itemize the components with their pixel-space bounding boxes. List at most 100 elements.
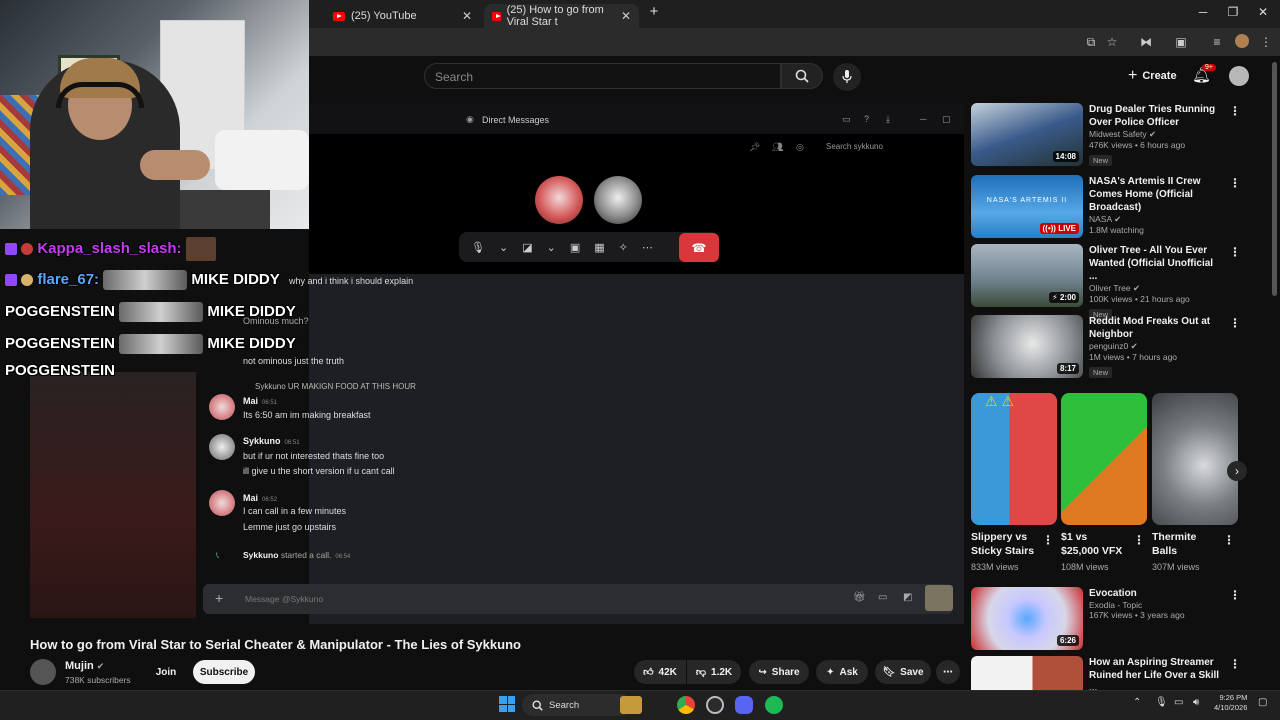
scrollbar[interactable] bbox=[1272, 62, 1277, 296]
side-panel-icon[interactable]: ▣ bbox=[1173, 35, 1189, 49]
bookmark-star-icon[interactable]: ☆ bbox=[1104, 35, 1120, 49]
channel-name[interactable]: NASA ✔ bbox=[1089, 214, 1224, 225]
windows-start-icon[interactable] bbox=[499, 696, 515, 712]
related-video[interactable]: 8:17 bbox=[971, 315, 1083, 378]
short-thumbnail[interactable] bbox=[1152, 393, 1238, 525]
new-tab-button[interactable]: + bbox=[642, 3, 666, 20]
short-menu-icon[interactable]: ⋮ bbox=[1133, 533, 1145, 547]
new-badge: New bbox=[1089, 367, 1113, 378]
video-thumbnail[interactable]: 6:26 bbox=[971, 587, 1083, 650]
related-video[interactable]: ⚡︎ 2:00 bbox=[971, 244, 1083, 307]
video-meta: 476K views • 6 hours ago bbox=[1089, 140, 1186, 150]
channel-name[interactable]: Exodia - Topic bbox=[1089, 600, 1224, 610]
short-menu-icon[interactable]: ⋮ bbox=[1042, 533, 1054, 547]
short-title[interactable]: $1 vs $25,000 VFX bbox=[1061, 530, 1127, 558]
video-thumbnail[interactable] bbox=[971, 656, 1083, 690]
related-video-info[interactable]: Oliver Tree - All You Ever Wanted (Offic… bbox=[1089, 244, 1224, 322]
microphone-icon bbox=[842, 70, 852, 83]
search-button[interactable] bbox=[781, 63, 823, 89]
video-menu-icon[interactable]: ⋮ bbox=[1229, 657, 1241, 671]
extensions-icon[interactable]: ⧓ bbox=[1138, 35, 1154, 49]
microphone-icon[interactable]: 🎙︎ bbox=[1155, 697, 1168, 708]
profile-avatar-icon[interactable] bbox=[1235, 34, 1249, 48]
related-video[interactable] bbox=[971, 656, 1083, 690]
channel-name[interactable]: penguinz0 ✔ bbox=[1089, 341, 1224, 352]
short-menu-icon[interactable]: ⋮ bbox=[1223, 533, 1235, 547]
channel-name[interactable]: Mujin ✔ bbox=[65, 660, 104, 672]
video-menu-icon[interactable]: ⋮ bbox=[1229, 245, 1241, 259]
notification-center-icon[interactable]: ▢ bbox=[1258, 697, 1267, 708]
subscribe-button[interactable]: Subscribe bbox=[193, 660, 255, 684]
browser-menu-icon[interactable]: ⋮ bbox=[1258, 35, 1274, 49]
obs-app-icon[interactable] bbox=[706, 696, 724, 714]
minimize-icon[interactable]: ─ bbox=[1191, 5, 1215, 19]
join-button[interactable]: Join bbox=[148, 660, 184, 684]
video-menu-icon[interactable]: ⋮ bbox=[1229, 176, 1241, 190]
message-line: I can call in a few minutes bbox=[243, 506, 347, 516]
related-video-info[interactable]: NASA's Artemis II Crew Comes Home (Offic… bbox=[1089, 175, 1224, 235]
tab-youtube-home[interactable]: (25) YouTube ✕ bbox=[325, 4, 480, 28]
short-title[interactable]: Slippery vs Sticky Stairs bbox=[971, 530, 1041, 558]
verified-check-icon: ✔ bbox=[1130, 341, 1138, 351]
live-badge: ((•)) LIVE bbox=[1039, 223, 1079, 234]
video-menu-icon[interactable]: ⋮ bbox=[1229, 588, 1241, 602]
volume-icon[interactable]: 🔊︎ bbox=[1193, 697, 1199, 708]
channel-avatar[interactable] bbox=[30, 659, 56, 685]
video-title[interactable]: NASA's Artemis II Crew Comes Home (Offic… bbox=[1089, 175, 1224, 214]
channel-name[interactable]: Midwest Safety ✔ bbox=[1089, 129, 1224, 140]
video-menu-icon[interactable]: ⋮ bbox=[1229, 316, 1241, 330]
install-app-icon[interactable]: ⧉ bbox=[1083, 35, 1099, 50]
more-actions-button[interactable]: ⋯ bbox=[936, 660, 960, 684]
chevron-up-icon[interactable]: ⌃ bbox=[1133, 697, 1141, 708]
create-button[interactable]: + Create bbox=[1120, 64, 1185, 88]
spotify-app-icon[interactable] bbox=[765, 696, 783, 714]
video-player[interactable]: ◉ Direct Messages ▭ ? ⤓ ─ ▢ 📌︎ 👥︎ ◎ Sear… bbox=[203, 104, 964, 624]
chrome-app-icon[interactable] bbox=[677, 696, 695, 714]
close-tab-icon[interactable]: ✕ bbox=[462, 9, 472, 23]
related-video[interactable]: 14:08 bbox=[971, 103, 1083, 166]
chat-username: Kappa_slash_slash: bbox=[37, 239, 182, 257]
search-input[interactable]: Search bbox=[424, 63, 781, 89]
media-control-icon[interactable]: ≡ bbox=[1209, 35, 1225, 49]
save-button[interactable]: 🔖︎ Save bbox=[875, 660, 931, 684]
short-thumbnail[interactable] bbox=[1061, 393, 1147, 525]
video-title[interactable]: Reddit Mod Freaks Out at Neighbor bbox=[1089, 315, 1224, 341]
related-video[interactable]: 6:26 bbox=[971, 587, 1083, 650]
related-video-info[interactable]: Drug Dealer Tries Running Over Police Of… bbox=[1089, 103, 1224, 168]
close-tab-icon[interactable]: ✕ bbox=[621, 9, 631, 23]
activities-icon: ▦ bbox=[594, 241, 605, 254]
short-title[interactable]: Thermite Balls bbox=[1152, 530, 1212, 558]
inbox-icon: ▭ bbox=[842, 114, 851, 124]
tab-title: (25) YouTube bbox=[351, 10, 417, 22]
close-window-icon[interactable]: ✕ bbox=[1251, 5, 1275, 19]
ask-button[interactable]: ✦ Ask bbox=[816, 660, 868, 684]
message-author: Sykkuno bbox=[243, 436, 281, 446]
voice-search-button[interactable] bbox=[833, 63, 861, 91]
chevron-right-icon[interactable]: › bbox=[1227, 461, 1247, 481]
video-thumbnail[interactable]: 8:17 bbox=[971, 315, 1083, 378]
video-title[interactable]: Evocation bbox=[1089, 587, 1224, 600]
taskbar-search[interactable]: Search bbox=[522, 694, 642, 716]
share-button[interactable]: ↪ Share bbox=[749, 660, 809, 684]
short-thumbnail[interactable]: ⚠ ⚠ bbox=[971, 393, 1057, 525]
related-video-info[interactable]: Reddit Mod Freaks Out at Neighbor pengui… bbox=[1089, 315, 1224, 380]
dislike-button[interactable]: 👎︎ 1.2K bbox=[687, 660, 741, 684]
taskbar-clock[interactable]: 9:26 PM 4/10/2026 bbox=[1214, 693, 1247, 713]
tab-current-video[interactable]: (25) How to go from Viral Star t ✕ bbox=[484, 4, 639, 28]
more-horizontal-icon: ⋯ bbox=[943, 666, 953, 678]
like-button[interactable]: 👍︎ 42K bbox=[634, 660, 686, 684]
video-title[interactable]: Oliver Tree - All You Ever Wanted (Offic… bbox=[1089, 244, 1224, 283]
channel-name[interactable]: Oliver Tree ✔ bbox=[1089, 283, 1224, 294]
related-video[interactable]: NASA'S ARTEMIS II ((•)) LIVE bbox=[971, 175, 1083, 238]
restore-icon[interactable]: ❐ bbox=[1221, 5, 1245, 19]
video-title[interactable]: Drug Dealer Tries Running Over Police Of… bbox=[1089, 103, 1224, 129]
network-icon[interactable]: ▭ bbox=[1174, 697, 1183, 708]
discord-app-icon[interactable] bbox=[735, 696, 753, 714]
related-video-info[interactable]: Evocation Exodia - Topic 167K views • 3 … bbox=[1089, 587, 1224, 620]
video-thumbnail[interactable]: ⚡︎ 2:00 bbox=[971, 244, 1083, 307]
video-menu-icon[interactable]: ⋮ bbox=[1229, 104, 1241, 118]
video-thumbnail[interactable]: NASA'S ARTEMIS II ((•)) LIVE bbox=[971, 175, 1083, 238]
video-thumbnail[interactable]: 14:08 bbox=[971, 103, 1083, 166]
account-avatar[interactable] bbox=[1229, 66, 1249, 86]
chat-text: POGGENSTEIN bbox=[5, 302, 116, 320]
